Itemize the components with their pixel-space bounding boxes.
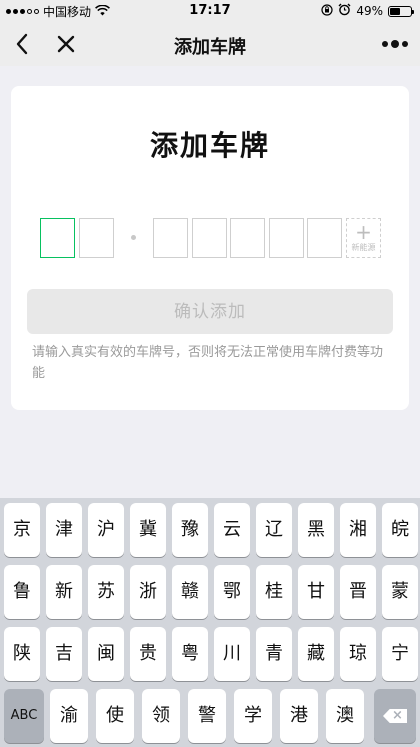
nav-bar: 添加车牌 xyxy=(0,22,420,66)
chevron-left-icon xyxy=(16,33,28,55)
plate-input-row: + 新能源 xyxy=(11,218,409,258)
status-right: 49% xyxy=(321,3,414,19)
key-jing2[interactable]: 警 xyxy=(188,689,226,743)
battery-icon xyxy=(388,5,414,17)
key-qing[interactable]: 青 xyxy=(256,627,292,681)
plate-char-box-1[interactable] xyxy=(40,218,75,258)
plate-char-box-2[interactable] xyxy=(79,218,114,258)
key-gui[interactable]: 桂 xyxy=(256,565,292,619)
new-energy-box[interactable]: + 新能源 xyxy=(346,218,381,258)
more-dots-icon xyxy=(382,40,408,48)
abc-switch-key[interactable]: ABC xyxy=(4,689,44,743)
plus-icon: + xyxy=(355,220,372,244)
key-yun[interactable]: 云 xyxy=(214,503,250,557)
key-ling[interactable]: 领 xyxy=(142,689,180,743)
plate-char-box-5[interactable] xyxy=(230,218,265,258)
back-button[interactable] xyxy=(8,30,36,58)
key-jin2[interactable]: 晋 xyxy=(340,565,376,619)
key-xin[interactable]: 新 xyxy=(46,565,82,619)
key-jin[interactable]: 津 xyxy=(46,503,82,557)
battery-percent: 49% xyxy=(356,4,383,18)
more-button[interactable] xyxy=(380,34,410,54)
add-plate-card: 添加车牌 + 新能源 确认添加 请输入真实有效的车牌号，否则将无法正常使用车牌付… xyxy=(11,86,409,410)
key-gan2[interactable]: 甘 xyxy=(298,565,334,619)
key-hei[interactable]: 黑 xyxy=(298,503,334,557)
plate-keyboard: 京 津 沪 冀 豫 云 辽 黑 湘 皖 鲁 新 苏 浙 赣 鄂 桂 甘 晋 蒙 … xyxy=(0,498,420,747)
plate-char-box-7[interactable] xyxy=(307,218,342,258)
card-title: 添加车牌 xyxy=(149,129,270,162)
key-zang[interactable]: 藏 xyxy=(298,627,334,681)
key-wan[interactable]: 皖 xyxy=(382,503,418,557)
close-icon xyxy=(57,35,75,53)
key-ao[interactable]: 澳 xyxy=(326,689,364,743)
plate-char-box-3[interactable] xyxy=(153,218,188,258)
key-shi[interactable]: 使 xyxy=(96,689,134,743)
key-e[interactable]: 鄂 xyxy=(214,565,250,619)
key-qiong[interactable]: 琼 xyxy=(340,627,376,681)
key-jing[interactable]: 京 xyxy=(4,503,40,557)
key-yu2[interactable]: 渝 xyxy=(50,689,88,743)
orientation-lock-icon xyxy=(321,3,333,19)
key-min[interactable]: 闽 xyxy=(88,627,124,681)
close-button[interactable] xyxy=(52,30,80,58)
status-bar: 中国移动 17:17 49% xyxy=(0,0,420,22)
new-energy-label: 新能源 xyxy=(351,243,376,252)
key-ji2[interactable]: 吉 xyxy=(46,627,82,681)
key-ning[interactable]: 宁 xyxy=(382,627,418,681)
key-lu[interactable]: 鲁 xyxy=(4,565,40,619)
key-su[interactable]: 苏 xyxy=(88,565,124,619)
backspace-icon xyxy=(383,709,407,723)
key-xiang[interactable]: 湘 xyxy=(340,503,376,557)
key-chuan[interactable]: 川 xyxy=(214,627,250,681)
plate-separator-dot xyxy=(131,235,136,240)
key-gang[interactable]: 港 xyxy=(280,689,318,743)
key-gan[interactable]: 赣 xyxy=(172,565,208,619)
plate-char-box-4[interactable] xyxy=(192,218,227,258)
key-ji[interactable]: 冀 xyxy=(130,503,166,557)
key-xue[interactable]: 学 xyxy=(234,689,272,743)
confirm-add-button[interactable]: 确认添加 xyxy=(27,289,393,334)
key-liao[interactable]: 辽 xyxy=(256,503,292,557)
key-hu[interactable]: 沪 xyxy=(88,503,124,557)
key-meng[interactable]: 蒙 xyxy=(382,565,418,619)
plate-char-box-6[interactable] xyxy=(269,218,304,258)
key-gui2[interactable]: 贵 xyxy=(130,627,166,681)
key-yue[interactable]: 粤 xyxy=(172,627,208,681)
key-shan[interactable]: 陕 xyxy=(4,627,40,681)
delete-key[interactable] xyxy=(374,689,416,743)
key-yu[interactable]: 豫 xyxy=(172,503,208,557)
alarm-icon xyxy=(338,3,351,19)
plate-hint-text: 请输入真实有效的车牌号，否则将无法正常使用车牌付费等功能 xyxy=(32,345,384,381)
key-zhe[interactable]: 浙 xyxy=(130,565,166,619)
